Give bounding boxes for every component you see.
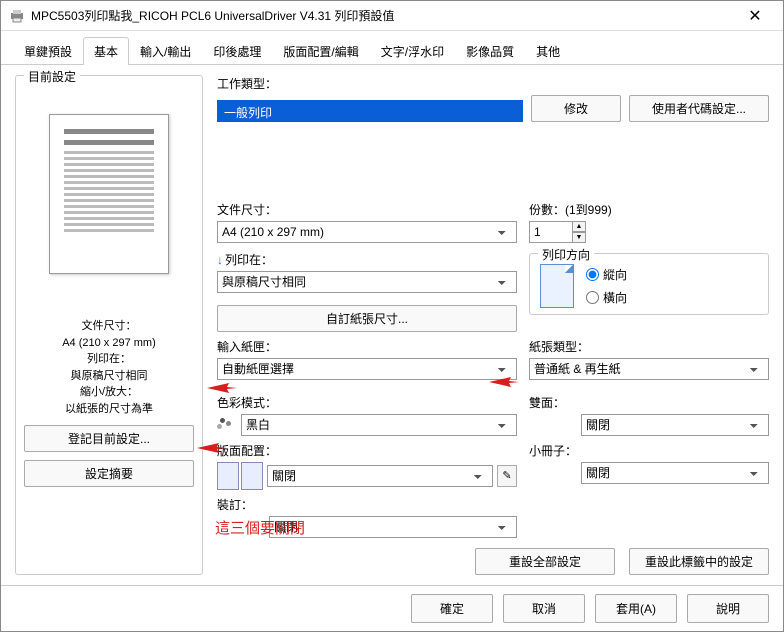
annotation-text: 這三個要關閉 xyxy=(215,517,305,538)
layout-label: 版面配置： xyxy=(217,442,517,459)
papertype-select[interactable]: 普通紙 & 再生紙 xyxy=(529,358,769,380)
dialog-window: MPC5503列印點我_RICOH PCL6 UniversalDriver V… xyxy=(0,0,784,632)
tab-oneclick[interactable]: 單鍵預設 xyxy=(13,37,83,65)
color-select[interactable]: 黑白 xyxy=(241,414,517,436)
layout-icon-1 xyxy=(217,462,239,490)
page-preview-box xyxy=(24,84,194,304)
duplex-block: 雙面： 關閉 xyxy=(529,394,769,436)
close-button[interactable]: ✕ xyxy=(735,6,775,26)
tray-block: 輸入紙匣： 自動紙匣選擇 xyxy=(217,338,517,380)
docsize-label: 文件尺寸： xyxy=(217,201,517,218)
booklet-block: 小冊子： 關閉 xyxy=(529,442,769,484)
tab-quality[interactable]: 影像品質 xyxy=(455,37,525,65)
info-zoom-value: 以紙張的尺寸為準 xyxy=(24,401,194,418)
color-block: 色彩模式： 黑白 xyxy=(217,394,517,436)
page-preview xyxy=(49,114,169,274)
arrow-down-icon: ↓ xyxy=(217,253,223,267)
window-title: MPC5503列印點我_RICOH PCL6 UniversalDriver V… xyxy=(31,7,735,24)
papertype-block: 紙張類型： 普通紙 & 再生紙 xyxy=(529,338,769,380)
tab-other[interactable]: 其他 xyxy=(525,37,571,65)
printer-icon xyxy=(9,8,25,24)
info-docsize-value: A4 (210 x 297 mm) xyxy=(24,335,194,352)
color-mode-icon xyxy=(217,418,235,432)
dialog-footer: 確定 取消 套用(A) 說明 xyxy=(1,585,783,631)
register-settings-button[interactable]: 登記目前設定... xyxy=(24,425,194,452)
tray-label: 輸入紙匣： xyxy=(217,338,517,355)
tab-strip: 單鍵預設 基本 輸入/輸出 印後處理 版面配置/編輯 文字/浮水印 影像品質 其… xyxy=(1,31,783,65)
info-docsize-label: 文件尺寸： xyxy=(24,318,194,335)
copies-input[interactable] xyxy=(529,221,573,243)
apply-button[interactable]: 套用(A) xyxy=(595,594,677,623)
layout-icon-2 xyxy=(241,462,263,490)
copies-spinner: ▲▼ xyxy=(529,221,769,243)
tab-basic[interactable]: 基本 xyxy=(83,37,129,65)
orientation-title: 列印方向 xyxy=(538,246,594,263)
binding-label: 裝訂： xyxy=(217,496,517,513)
cancel-button[interactable]: 取消 xyxy=(503,594,585,623)
duplex-label: 雙面： xyxy=(529,394,769,411)
modify-button[interactable]: 修改 xyxy=(531,95,621,122)
jobtype-select[interactable]: 一般列印 xyxy=(217,100,523,122)
current-settings-title: 目前設定 xyxy=(24,68,80,85)
info-printon-value: 與原稿尺寸相同 xyxy=(24,368,194,385)
tab-io[interactable]: 輸入/輸出 xyxy=(129,37,202,65)
usercode-button[interactable]: 使用者代碼設定... xyxy=(629,95,769,122)
info-printon-label: 列印在： xyxy=(24,351,194,368)
duplex-select[interactable]: 關閉 xyxy=(581,414,769,436)
jobtype-label: 工作類型： xyxy=(217,75,769,92)
dialog-body: 目前設定 文件尺寸： A4 (210 x 297 mm) 列印在： 與原稿尺寸相… xyxy=(1,65,783,585)
booklet-label: 小冊子： xyxy=(529,442,769,459)
jobtype-block: 工作類型： 一般列印 修改 使用者代碼設定... xyxy=(217,75,769,185)
layout-icons xyxy=(217,462,263,490)
layout-block: 版面配置： 關閉 ✎ xyxy=(217,442,517,490)
tab-finishing[interactable]: 印後處理 xyxy=(202,37,272,65)
settings-summary-button[interactable]: 設定摘要 xyxy=(24,460,194,487)
current-settings-group: 目前設定 文件尺寸： A4 (210 x 297 mm) 列印在： 與原稿尺寸相… xyxy=(15,75,203,575)
docsize-block: 文件尺寸： A4 (210 x 297 mm) ↓列印在： 與原稿尺寸相同 自訂… xyxy=(217,201,517,332)
settings-info: 文件尺寸： A4 (210 x 297 mm) 列印在： 與原稿尺寸相同 縮小/… xyxy=(24,318,194,417)
tray-select[interactable]: 自動紙匣選擇 xyxy=(217,358,517,380)
docsize-select[interactable]: A4 (210 x 297 mm) xyxy=(217,221,517,243)
landscape-radio[interactable]: 橫向 xyxy=(586,289,627,306)
info-zoom-label: 縮小/放大： xyxy=(24,384,194,401)
portrait-radio[interactable]: 縱向 xyxy=(586,266,627,283)
orientation-group: 列印方向 縱向 橫向 xyxy=(529,253,769,315)
left-panel: 目前設定 文件尺寸： A4 (210 x 297 mm) 列印在： 與原稿尺寸相… xyxy=(15,75,203,575)
titlebar: MPC5503列印點我_RICOH PCL6 UniversalDriver V… xyxy=(1,1,783,31)
papertype-label: 紙張類型： xyxy=(529,338,769,355)
binding-select[interactable]: 關閉 xyxy=(269,516,517,538)
color-label: 色彩模式： xyxy=(217,394,517,411)
layout-select[interactable]: 關閉 xyxy=(267,465,493,487)
ok-button[interactable]: 確定 xyxy=(411,594,493,623)
reset-all-button[interactable]: 重設全部設定 xyxy=(475,548,615,575)
help-button[interactable]: 說明 xyxy=(687,594,769,623)
right-panel: 工作類型： 一般列印 修改 使用者代碼設定... 文件尺寸： A4 (210 x… xyxy=(217,75,769,575)
tab-layout-edit[interactable]: 版面配置/編輯 xyxy=(272,37,369,65)
printon-select[interactable]: 與原稿尺寸相同 xyxy=(217,271,517,293)
reset-tab-button[interactable]: 重設此標籤中的設定 xyxy=(629,548,769,575)
booklet-select[interactable]: 關閉 xyxy=(581,462,769,484)
layout-details-button[interactable]: ✎ xyxy=(497,465,517,487)
orientation-icon xyxy=(540,264,574,308)
printon-label: ↓列印在： xyxy=(217,251,517,268)
copies-up-button[interactable]: ▲ xyxy=(572,221,586,232)
tab-watermark[interactable]: 文字/浮水印 xyxy=(370,37,455,65)
copies-label: 份數：(1到999) xyxy=(529,201,769,218)
reset-buttons-row: 重設全部設定 重設此標籤中的設定 xyxy=(217,548,769,575)
copies-orient-block: 份數：(1到999) ▲▼ 列印方向 縱向 橫向 xyxy=(529,201,769,315)
custom-papersize-button[interactable]: 自訂紙張尺寸... xyxy=(217,305,517,332)
copies-down-button[interactable]: ▼ xyxy=(572,232,586,243)
